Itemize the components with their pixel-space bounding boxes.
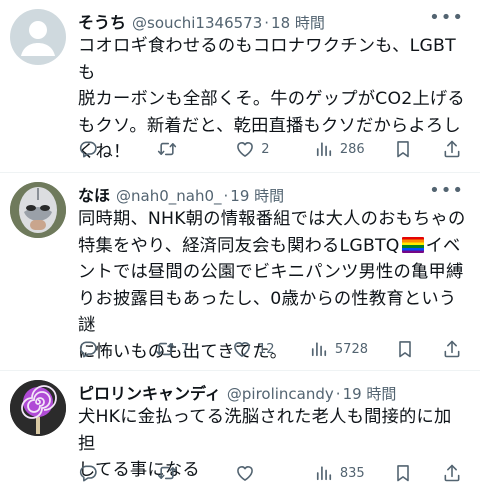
reply-icon <box>78 139 98 159</box>
views-button[interactable]: 286 <box>314 139 365 159</box>
tweet-header: そうち @souchi1346573 · 18 時間 <box>78 9 468 33</box>
tweet-actions: 835 <box>78 461 462 485</box>
default-avatar-icon <box>21 21 55 56</box>
share-button[interactable] <box>442 139 462 159</box>
display-name[interactable]: そうち <box>78 9 126 33</box>
retweet-icon <box>155 339 175 359</box>
tweet-text-line: 特集をやり、経済同友会も関わるLGBTQ イベ <box>78 233 468 260</box>
tweet-actions: 2 286 <box>78 137 462 161</box>
tweet-text-line: ントでは昼間の公園でビキニパンツ男性の亀甲縛 <box>78 262 464 282</box>
avatar[interactable] <box>10 380 66 436</box>
like-button[interactable] <box>235 463 285 483</box>
handle[interactable]: @pirolincandy <box>227 385 334 403</box>
tweet-text-line: 脱カーボンも全部くそ。牛のゲップがCO2上げる <box>78 89 465 109</box>
reply-button[interactable] <box>78 139 128 159</box>
timestamp[interactable]: 18 時間 <box>271 12 325 33</box>
retweet-icon <box>157 139 177 159</box>
views-icon <box>309 339 329 359</box>
more-icon[interactable]: ••• <box>429 182 464 200</box>
lollipop-avatar-icon <box>10 380 66 436</box>
share-icon <box>442 339 462 359</box>
display-name[interactable]: ピロリンキャンディ <box>78 380 221 404</box>
tweet[interactable]: そうち @souchi1346573 · 18 時間 ••• コオロギ食わせるの… <box>0 0 480 173</box>
retweet-button[interactable]: 7 <box>155 339 205 359</box>
share-icon <box>442 139 462 159</box>
handle[interactable]: @nah0_nah0_ <box>116 187 222 205</box>
views-count: 835 <box>339 465 365 481</box>
display-name[interactable]: なほ <box>78 182 110 206</box>
separator-dot: · <box>264 14 270 32</box>
reply-button[interactable] <box>78 463 128 483</box>
bookmark-icon <box>393 139 413 159</box>
bookmark-button[interactable] <box>393 463 413 483</box>
handle[interactable]: @souchi1346573 <box>132 14 262 32</box>
tweet[interactable]: ピロリンキャンディ @pirolincandy · 19 時間 犬HKに金払って… <box>0 371 480 500</box>
like-button[interactable]: 12 <box>232 339 282 359</box>
rainbow-flag-emoji <box>401 236 424 253</box>
like-button[interactable]: 2 <box>235 139 285 159</box>
retweet-icon <box>157 463 177 483</box>
like-count: 2 <box>261 141 270 157</box>
share-icon <box>442 463 462 483</box>
retweet-button[interactable] <box>157 463 207 483</box>
bookmark-icon <box>395 339 415 359</box>
separator-dot: · <box>335 385 341 403</box>
tweet-text-line: りお披露目もあったし、0歳からの性教育という謎 <box>78 288 457 336</box>
views-count: 286 <box>339 141 365 157</box>
separator-dot: · <box>223 187 229 205</box>
tweet-text-line: 犬HKに金払ってる洗脳された老人も間接的に加担 <box>78 407 452 454</box>
tweet-header: なほ @nah0_nah0_ · 19 時間 <box>78 182 468 206</box>
like-icon <box>232 339 252 359</box>
like-icon <box>235 463 255 483</box>
avatar[interactable] <box>10 182 66 238</box>
share-button[interactable] <box>442 463 462 483</box>
tweet-text-line: コオロギ食わせるのもコロナワクチンも、LGBTも <box>78 36 456 83</box>
reply-button[interactable] <box>78 339 128 359</box>
tweet[interactable]: なほ @nah0_nah0_ · 19 時間 ••• 同時期、NHK朝の情報番組… <box>0 173 480 371</box>
reply-icon <box>78 339 98 359</box>
share-button[interactable] <box>442 339 462 359</box>
like-count: 12 <box>257 341 275 357</box>
tweet-text-line: もクソ。新着だと、乾田直播もクソだからよろし <box>78 115 461 136</box>
views-button[interactable]: 5728 <box>309 339 368 359</box>
bookmark-icon <box>393 463 413 483</box>
tweet-header: ピロリンキャンディ @pirolincandy · 19 時間 <box>78 380 468 404</box>
tweet-text-fragment: 特集をやり、経済同友会も関わるLGBTQ <box>78 235 400 256</box>
reply-icon <box>78 463 98 483</box>
timestamp[interactable]: 19 時間 <box>230 185 284 206</box>
tweet-text-fragment: イベ <box>425 235 461 256</box>
timestamp[interactable]: 19 時間 <box>343 383 397 404</box>
tweet-actions: 7 12 5728 <box>78 337 462 361</box>
avatar[interactable] <box>10 9 66 65</box>
views-icon <box>314 463 334 483</box>
masked-wrestler-avatar-icon <box>10 182 66 238</box>
tweet-text-line: 同時期、NHK朝の情報番組では大人のおもちゃの <box>78 209 466 229</box>
bookmark-button[interactable] <box>393 139 413 159</box>
bookmark-button[interactable] <box>395 339 415 359</box>
more-icon[interactable]: ••• <box>429 9 464 27</box>
retweet-button[interactable] <box>157 139 207 159</box>
views-button[interactable]: 835 <box>314 463 365 483</box>
like-icon <box>235 139 255 159</box>
retweet-count: 7 <box>180 341 190 357</box>
views-count: 5728 <box>334 341 368 357</box>
views-icon <box>314 139 334 159</box>
